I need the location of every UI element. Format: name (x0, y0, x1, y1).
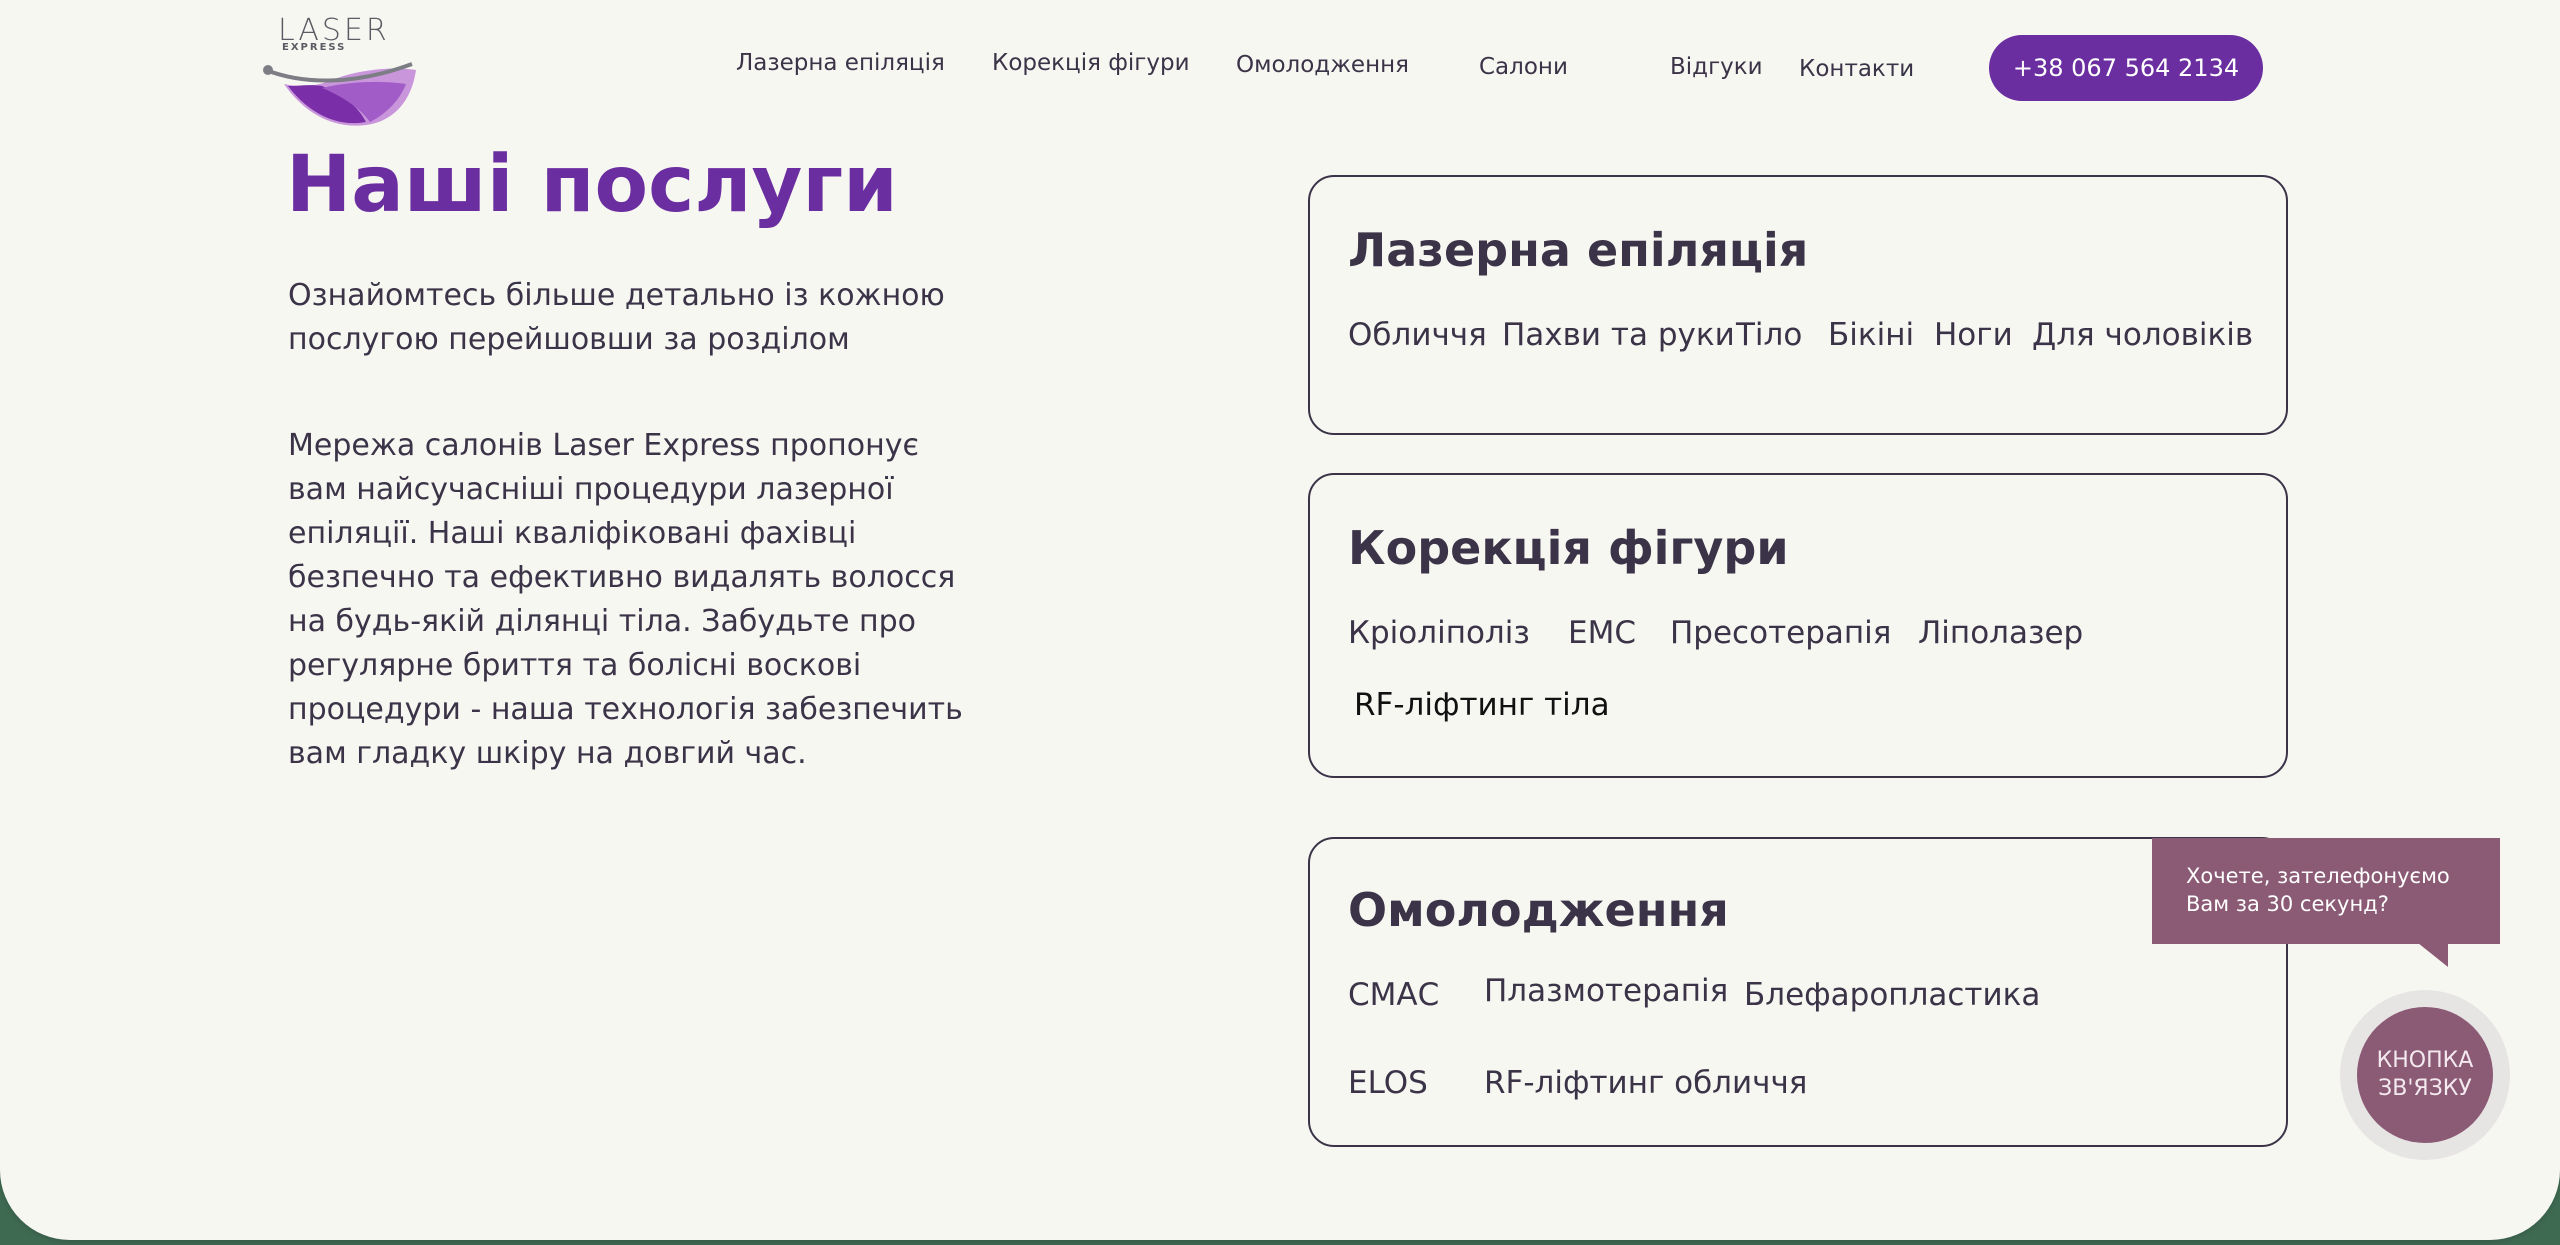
callback-tooltip-line2: Вам за 30 секунд? (2186, 892, 2389, 916)
card-link-bikini[interactable]: Бікіні (1828, 317, 1914, 353)
page-title: Наші послуги (286, 140, 898, 230)
card-link-lipolaser[interactable]: Ліполазер (1918, 615, 2083, 651)
callback-tooltip-tail (2418, 943, 2448, 967)
card-link-legs[interactable]: Ноги (1934, 317, 2013, 353)
service-card-rejuvenation: Омолодження СМАС Плазмотерапія Блефаропл… (1308, 837, 2288, 1147)
card-link-face[interactable]: Обличчя (1348, 317, 1487, 353)
card-link-rf-lifting-body[interactable]: RF-ліфтинг тіла (1354, 687, 1610, 723)
nav-laser-epilation[interactable]: Лазерна епіляція (736, 50, 945, 76)
callback-button-line2: ЗВ'ЯЗКУ (2378, 1076, 2472, 1101)
card-link-armpits-arms[interactable]: Пахви та руки (1502, 317, 1735, 353)
card-link-smas[interactable]: СМАС (1348, 977, 1439, 1013)
service-card-body-correction: Корекція фігури Кріоліполіз EMC Пресотер… (1308, 473, 2288, 778)
card-link-body[interactable]: Тіло (1736, 317, 1802, 353)
callback-tooltip: Хочете, зателефонуємо Вам за 30 секунд? (2152, 838, 2500, 944)
card-link-rf-lifting-face[interactable]: RF-ліфтинг обличчя (1484, 1065, 1807, 1101)
service-card-laser-epilation: Лазерна епіляція Обличчя Пахви та руки Т… (1308, 175, 2288, 435)
feather-icon (263, 62, 416, 126)
callback-button-line1: КНОПКА (2376, 1048, 2474, 1073)
services-description: Мережа салонів Laser Express пропонує ва… (288, 428, 963, 771)
nav-body-correction[interactable]: Корекція фігури (992, 50, 1190, 76)
card-link-blepharoplasty[interactable]: Блефаропластика (1744, 977, 2040, 1013)
card-link-emc[interactable]: EMC (1568, 615, 1636, 651)
card-link-cryolipolysis[interactable]: Кріоліполіз (1348, 615, 1530, 651)
card-title: Корекція фігури (1348, 521, 1789, 575)
card-title: Лазерна епіляція (1348, 223, 1809, 277)
card-link-for-men[interactable]: Для чоловіків (2032, 317, 2253, 353)
nav-salons[interactable]: Салони (1479, 54, 1568, 80)
card-link-elos[interactable]: ELOS (1348, 1065, 1428, 1101)
card-link-plasmotherapy[interactable]: Плазмотерапія (1484, 973, 1728, 1009)
page: LASER EXPRESS Лазерна епіляція Корекція … (0, 0, 2560, 1240)
callback-tooltip-line1: Хочете, зателефонуємо (2186, 864, 2450, 888)
nav-contacts[interactable]: Контакти (1799, 56, 1914, 82)
nav-reviews[interactable]: Відгуки (1670, 54, 1763, 80)
card-title: Омолодження (1348, 883, 1729, 937)
services-intro: Ознайомтесь більше детально із кожною по… (288, 278, 945, 357)
nav-rejuvenation[interactable]: Омолодження (1236, 52, 1409, 78)
card-link-pressotherapy[interactable]: Пресотерапія (1670, 615, 1891, 651)
phone-button[interactable]: +38 067 564 2134 (1989, 35, 2263, 101)
logo[interactable]: LASER EXPRESS (262, 16, 422, 126)
callback-button[interactable]: КНОПКА ЗВ'ЯЗКУ (2357, 1007, 2493, 1143)
